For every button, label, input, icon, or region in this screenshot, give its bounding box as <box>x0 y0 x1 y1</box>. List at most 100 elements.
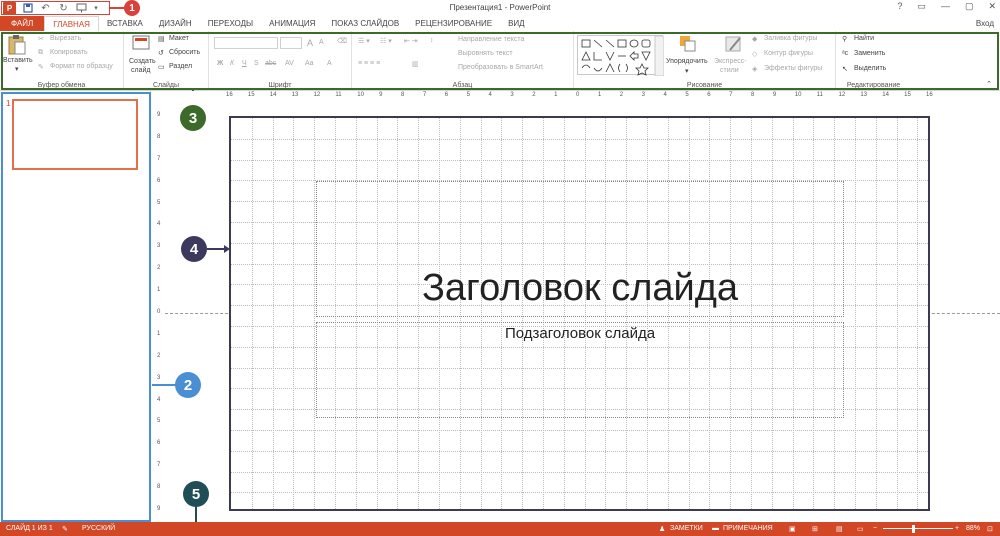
hruler-tick-label: 16 <box>226 92 233 98</box>
zoom-slider[interactable] <box>883 528 953 529</box>
hruler-tick-label: 3 <box>641 92 645 98</box>
ribbon-display-icon[interactable]: ▭ <box>917 1 926 12</box>
zoom-level[interactable]: 88% <box>966 525 980 532</box>
tab-slideshow[interactable]: ПОКАЗ СЛАЙДОВ <box>323 16 407 31</box>
hruler-tick-label: 10 <box>357 92 364 98</box>
callout-3: 3 <box>180 105 206 131</box>
hruler-tick-label: 1 <box>597 92 602 98</box>
zoom-out-icon[interactable]: − <box>873 525 877 532</box>
tab-file[interactable]: ФАЙЛ <box>0 16 45 31</box>
vruler-tick-label: 4 <box>157 396 161 403</box>
vruler-tick-label: 4 <box>157 221 161 228</box>
tab-view[interactable]: ВИД <box>500 16 533 31</box>
horizontal-ruler[interactable]: 16 15 14 13 12 11 10 9 8 7 6 5 4 3 2 1 0 1 2 3 4 5 6 7 8 9 10 11 12 1… <box>226 92 933 101</box>
vruler-tick-label: 2 <box>157 352 161 359</box>
minimize-icon[interactable]: — <box>941 1 950 12</box>
zoom-in-icon[interactable]: + <box>955 525 959 532</box>
hruler-tick-label: 7 <box>422 92 427 98</box>
language-indicator[interactable]: РУССКИЙ <box>82 525 115 532</box>
help-icon[interactable]: ? <box>897 1 902 12</box>
callout-2-line <box>152 384 176 386</box>
tab-transitions[interactable]: ПЕРЕХОДЫ <box>200 16 261 31</box>
callout-4: 4 <box>181 236 207 262</box>
normal-view-icon[interactable]: ▣ <box>789 525 796 533</box>
slide-title-text[interactable]: Заголовок слайда <box>316 267 844 310</box>
hruler-tick-label: 14 <box>269 92 277 98</box>
vruler-tick-label: 3 <box>157 243 161 250</box>
hruler-tick-label: 7 <box>729 92 733 98</box>
tab-design[interactable]: ДИЗАЙН <box>151 16 200 31</box>
hruler-tick-label: 12 <box>313 92 321 98</box>
callout-5-line <box>195 507 197 522</box>
zoom-slider-thumb[interactable] <box>912 525 915 533</box>
slide-grid-line <box>231 159 928 161</box>
vruler-tick-label: 8 <box>157 133 161 140</box>
hruler-tick-label: 5 <box>685 92 689 98</box>
notes-button[interactable]: ЗАМЕТКИ <box>670 525 703 532</box>
hruler-tick-label: 11 <box>816 92 823 98</box>
hruler-tick-label: 8 <box>751 92 755 98</box>
sorter-view-icon[interactable]: ⊞ <box>812 525 818 533</box>
hruler-tick-label: 8 <box>401 92 405 98</box>
close-icon[interactable]: ✕ <box>988 1 996 12</box>
hruler-tick-label: 15 <box>247 92 255 98</box>
slide-counter: СЛАЙД 1 ИЗ 1 <box>6 525 53 532</box>
slideshow-view-icon[interactable]: ▭ <box>857 525 864 533</box>
hruler-tick-label: 6 <box>707 92 711 98</box>
vruler-tick-label: 2 <box>157 265 161 272</box>
vruler-tick-label: 6 <box>157 177 161 184</box>
hruler-tick-label: 9 <box>379 92 383 98</box>
hruler-tick-label: 6 <box>444 92 449 98</box>
comments-icon[interactable]: ▬ <box>712 525 719 532</box>
hruler-tick-label: 9 <box>772 92 777 98</box>
hruler-tick-label: 2 <box>532 92 536 98</box>
ribbon-tabs: ФАЙЛ ГЛАВНАЯ ВСТАВКА ДИЗАЙН ПЕРЕХОДЫ АНИ… <box>0 15 1000 32</box>
vruler-tick-label: 0 <box>157 309 161 315</box>
vertical-ruler[interactable]: 9 8 7 6 5 4 3 2 1 0 1 2 3 4 5 6 7 8 9 <box>156 112 165 512</box>
comments-button[interactable]: ПРИМЕЧАНИЯ <box>723 525 773 532</box>
hruler-tick-label: 13 <box>291 92 299 98</box>
callout-frame-ribbon <box>1 32 999 90</box>
notes-icon[interactable]: ♟ <box>659 525 665 533</box>
slide-grid-line <box>231 138 928 140</box>
hruler-tick-label: 5 <box>466 92 470 98</box>
hruler-tick-label: 16 <box>926 92 933 98</box>
vruler-tick-label: 6 <box>157 440 161 447</box>
slide-grid-line <box>231 450 928 452</box>
status-bar: СЛАЙД 1 ИЗ 1 ✎ РУССКИЙ ♟ ЗАМЕТКИ ▬ ПРИМЕ… <box>0 522 1000 536</box>
vruler-tick-label: 1 <box>157 287 161 294</box>
tab-home[interactable]: ГЛАВНАЯ <box>44 15 99 32</box>
window-title: Презентация1 - PowerPoint <box>449 3 551 12</box>
tab-review[interactable]: РЕЦЕНЗИРОВАНИЕ <box>407 16 500 31</box>
vruler-tick-label: 5 <box>157 199 161 206</box>
window-controls: ? ▭ — ▢ ✕ <box>897 1 996 12</box>
reading-view-icon[interactable]: ▤ <box>836 525 843 533</box>
tab-animation[interactable]: АНИМАЦИЯ <box>261 16 323 31</box>
vruler-tick-label: 8 <box>157 484 161 491</box>
callout-2: 2 <box>175 372 201 398</box>
hruler-tick-label: 15 <box>904 92 911 98</box>
fit-slide-icon[interactable]: ⊡ <box>987 525 993 533</box>
spellcheck-icon[interactable]: ✎ <box>62 525 68 533</box>
hruler-tick-label: 0 <box>576 92 580 98</box>
hruler-tick-label: 13 <box>860 92 868 98</box>
callout-4-arrowhead <box>224 245 230 253</box>
hruler-tick-label: 11 <box>335 92 342 98</box>
slide-subtitle-text[interactable]: Подзаголовок слайда <box>316 325 844 342</box>
vruler-tick-label: 7 <box>157 155 161 162</box>
hruler-tick-label: 4 <box>488 92 492 98</box>
slide-thumbnail-number: 1 <box>6 99 11 108</box>
slide-thumbnail[interactable] <box>12 99 138 170</box>
hruler-tick-label: 14 <box>882 92 889 98</box>
vruler-tick-label: 9 <box>157 506 161 512</box>
hruler-tick-label: 12 <box>838 92 846 98</box>
vruler-tick-label: 3 <box>157 374 161 381</box>
vruler-tick-label: 7 <box>157 462 161 469</box>
hruler-tick-label: 1 <box>554 92 558 98</box>
tab-insert[interactable]: ВСТАВКА <box>99 16 151 31</box>
maximize-icon[interactable]: ▢ <box>965 1 974 12</box>
hruler-tick-label: 4 <box>663 92 667 98</box>
vruler-tick-label: 9 <box>157 112 161 118</box>
callout-5: 5 <box>183 481 209 507</box>
sign-in-link[interactable]: Вход <box>976 19 994 28</box>
